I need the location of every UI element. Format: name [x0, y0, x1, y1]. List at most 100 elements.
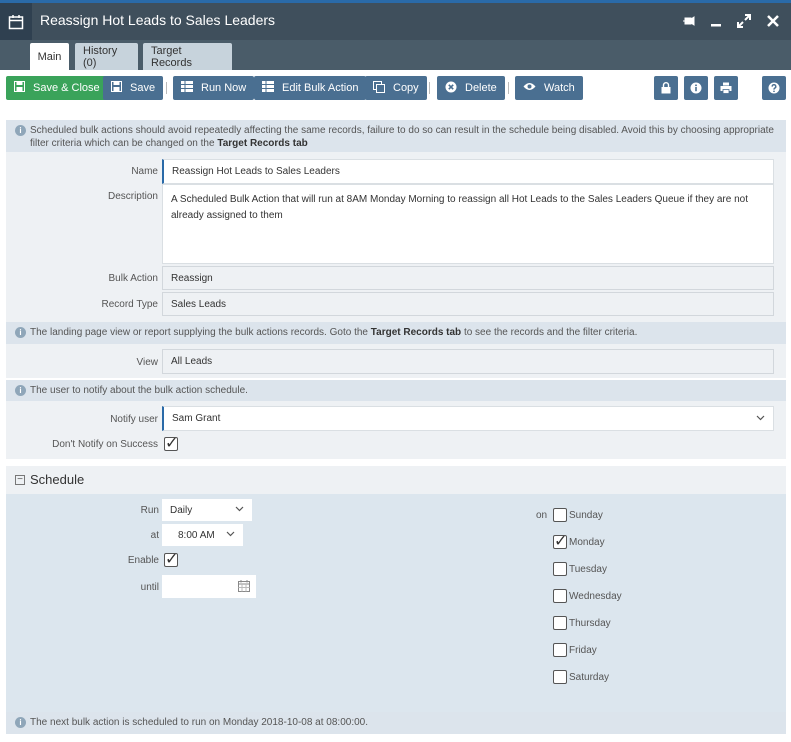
- saturday-checkbox[interactable]: [553, 670, 567, 684]
- save-label: Save: [130, 82, 156, 94]
- chevron-down-icon: [756, 413, 765, 424]
- notify-user-value: Sam Grant: [172, 413, 221, 424]
- chevron-down-icon: [235, 504, 244, 514]
- notify-user-select[interactable]: Sam Grant: [162, 406, 774, 431]
- run-frequency-select[interactable]: Daily: [162, 499, 252, 521]
- toolbar: Save & Close Save Run Now Edit Bulk Acti…: [0, 70, 791, 106]
- friday-label: Friday: [569, 645, 597, 656]
- name-field[interactable]: Reassign Hot Leads to Sales Leaders: [162, 159, 774, 184]
- info-banner-notify: i The user to notify about the bulk acti…: [6, 380, 786, 401]
- run-label: Run: [140, 505, 159, 516]
- description-label: Description: [107, 191, 158, 202]
- thursday-label: Thursday: [569, 618, 611, 629]
- minimize-icon[interactable]: [707, 12, 725, 30]
- copy-icon: [373, 80, 385, 96]
- time-value: 8:00 AM: [178, 529, 215, 541]
- close-icon[interactable]: [764, 12, 782, 30]
- saturday-label: Saturday: [569, 672, 610, 683]
- info-banner-schedule-warning: i Scheduled bulk actions should avoid re…: [6, 120, 786, 152]
- info-text: The user to notify about the bulk action…: [30, 385, 248, 396]
- info-icon: i: [15, 717, 26, 728]
- until-label: until: [140, 582, 159, 593]
- description-field[interactable]: A Scheduled Bulk Action that will run at…: [162, 184, 774, 264]
- name-label: Name: [131, 166, 158, 177]
- window-titlebar: Reassign Hot Leads to Sales Leaders: [0, 0, 791, 40]
- on-label: on: [536, 510, 548, 521]
- info-icon[interactable]: [684, 76, 708, 100]
- eye-icon: [523, 82, 536, 94]
- monday-checkbox[interactable]: ✓: [553, 533, 567, 550]
- toolbar-divider: [429, 82, 430, 94]
- save-close-button[interactable]: Save & Close: [6, 76, 108, 100]
- tuesday-checkbox[interactable]: [553, 562, 567, 576]
- save-icon: [14, 81, 25, 95]
- delete-icon: [445, 81, 457, 96]
- info-banner-landing-page: i The landing page view or report supply…: [6, 322, 786, 344]
- edit-bulk-action-label: Edit Bulk Action: [282, 82, 359, 94]
- save-button[interactable]: Save: [103, 76, 164, 100]
- time-select[interactable]: 8:00 AM: [162, 524, 243, 546]
- record-type-label: Record Type: [101, 299, 158, 310]
- tab-bar: Main History (0) Target Records: [0, 40, 791, 70]
- print-icon[interactable]: [714, 76, 738, 100]
- run-frequency-value: Daily: [170, 504, 193, 516]
- dont-notify-label: Don't Notify on Success: [52, 439, 158, 450]
- info-text: to see the records and the filter criter…: [463, 327, 638, 338]
- until-date-input[interactable]: [162, 575, 256, 598]
- collapse-icon[interactable]: −: [15, 475, 25, 485]
- delete-label: Delete: [465, 82, 497, 94]
- info-text: The landing page view or report supplyin…: [30, 327, 368, 338]
- delete-button[interactable]: Delete: [437, 76, 505, 100]
- copy-label: Copy: [393, 82, 419, 94]
- next-run-info: i The next bulk action is scheduled to r…: [6, 712, 786, 734]
- info-link-text: Target Records tab: [370, 327, 462, 338]
- tab-target-records[interactable]: Target Records: [143, 43, 232, 70]
- schedule-header[interactable]: − Schedule: [6, 466, 786, 494]
- sunday-checkbox[interactable]: [553, 508, 567, 522]
- window-title: Reassign Hot Leads to Sales Leaders: [40, 12, 276, 28]
- bulk-action-value: Reassign: [162, 266, 774, 290]
- checkmark-icon: ✓: [165, 435, 179, 452]
- wednesday-checkbox[interactable]: [553, 589, 567, 603]
- notify-user-label: Notify user: [110, 414, 158, 425]
- run-now-button[interactable]: Run Now: [173, 76, 255, 100]
- chevron-down-icon: [226, 529, 235, 539]
- dont-notify-checkbox[interactable]: ✓: [164, 435, 178, 452]
- tab-main[interactable]: Main: [30, 43, 69, 70]
- toolbar-divider: [508, 82, 509, 94]
- monday-label: Monday: [569, 537, 605, 548]
- enable-checkbox[interactable]: ✓: [164, 551, 178, 568]
- copy-button[interactable]: Copy: [365, 76, 427, 100]
- grid-icon: [181, 81, 193, 95]
- watch-button[interactable]: Watch: [515, 76, 583, 100]
- wednesday-label: Wednesday: [569, 591, 622, 602]
- enable-label: Enable: [127, 555, 159, 566]
- tuesday-label: Tuesday: [569, 564, 607, 575]
- friday-checkbox[interactable]: [553, 643, 567, 657]
- info-link-text: Target Records tab: [217, 138, 308, 149]
- maximize-icon[interactable]: [735, 12, 753, 30]
- edit-bulk-action-button[interactable]: Edit Bulk Action: [254, 76, 367, 100]
- calendar-icon: [0, 3, 32, 40]
- save-icon: [111, 81, 122, 95]
- record-type-value: Sales Leads: [162, 292, 774, 316]
- info-icon: i: [15, 327, 26, 338]
- info-text: Scheduled bulk actions should avoid repe…: [30, 125, 774, 149]
- thursday-checkbox[interactable]: [553, 616, 567, 630]
- calendar-icon[interactable]: [238, 580, 250, 595]
- info-icon: i: [15, 125, 26, 136]
- save-close-label: Save & Close: [33, 82, 100, 94]
- info-icon: i: [15, 385, 26, 396]
- watch-label: Watch: [544, 82, 575, 94]
- view-label: View: [136, 357, 159, 368]
- tab-history[interactable]: History (0): [75, 43, 138, 70]
- lock-icon[interactable]: [654, 76, 678, 100]
- help-icon[interactable]: [762, 76, 786, 100]
- grid-icon: [262, 81, 274, 95]
- sunday-label: Sunday: [569, 510, 603, 521]
- toolbar-divider: [166, 82, 167, 94]
- checkmark-icon: ✓: [554, 533, 568, 550]
- bulk-action-label: Bulk Action: [108, 273, 158, 284]
- pin-icon[interactable]: [680, 12, 698, 30]
- next-run-text: The next bulk action is scheduled to run…: [30, 717, 369, 728]
